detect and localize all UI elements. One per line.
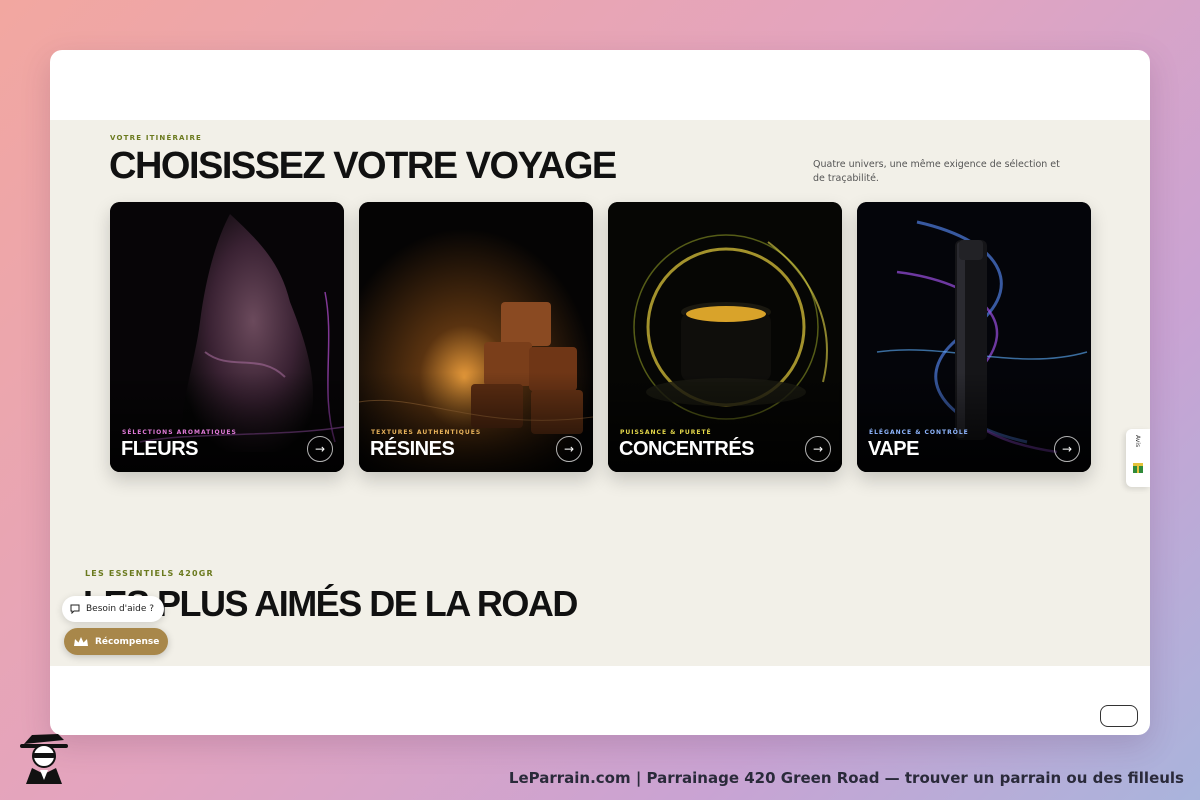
card-vape[interactable]: ÉLÉGANCE & CONTRÔLE VAPE → [857,202,1091,472]
arrow-right-icon[interactable]: → [556,436,582,462]
journey-intro: Quatre univers, une même exigence de sél… [813,159,1060,184]
help-chat-button[interactable]: Besoin d'aide ? [62,596,165,622]
card-resines[interactable]: TEXTURES AUTHENTIQUES RÉSINES → [359,202,593,472]
card-tag: PUISSANCE & PURETÉ [620,429,712,436]
essentials-eyebrow: LES ESSENTIELS 420GR [85,569,214,578]
card-title: RÉSINES [370,438,455,460]
card-fleurs[interactable]: SÉLECTIONS AROMATIQUES FLEURS → [110,202,344,472]
card-title: FLEURS [121,438,199,460]
card-title: VAPE [868,438,919,460]
floating-pill-button[interactable] [1100,705,1138,727]
journey-title: CHOISISSEZ VOTRE VOYAGE [109,145,617,187]
card-tag: ÉLÉGANCE & CONTRÔLE [869,429,969,436]
crown-icon [74,636,88,646]
card-title: CONCENTRÉS [619,438,755,460]
category-cards: SÉLECTIONS AROMATIQUES FLEURS → TEXTURES… [110,202,1091,472]
mascot-logo-icon [20,734,68,784]
page-caption: LeParrain.com | Parrainage 420 Green Roa… [508,769,1184,787]
reward-label: Récompense [95,636,160,647]
reviews-side-tab[interactable]: Avis [1126,429,1150,487]
help-chat-label: Besoin d'aide ? [86,604,155,614]
card-tag: TEXTURES AUTHENTIQUES [371,429,482,436]
arrow-right-icon[interactable]: → [805,436,831,462]
page-content: VOTRE ITINÉRAIRE CHOISISSEZ VOTRE VOYAGE… [50,120,1150,727]
card-tag: SÉLECTIONS AROMATIQUES [122,429,237,436]
card-concentres[interactable]: PUISSANCE & PURETÉ CONCENTRÉS → [608,202,842,472]
browser-window: VOTRE ITINÉRAIRE CHOISISSEZ VOTRE VOYAGE… [50,50,1150,735]
reviews-side-tab-label: Avis [1134,435,1141,448]
arrow-right-icon[interactable]: → [307,436,333,462]
reward-button[interactable]: Récompense [64,628,169,655]
gift-icon [1133,463,1143,473]
arrow-right-icon[interactable]: → [1054,436,1080,462]
journey-eyebrow: VOTRE ITINÉRAIRE [110,134,203,142]
chat-bubble-icon [70,604,80,614]
